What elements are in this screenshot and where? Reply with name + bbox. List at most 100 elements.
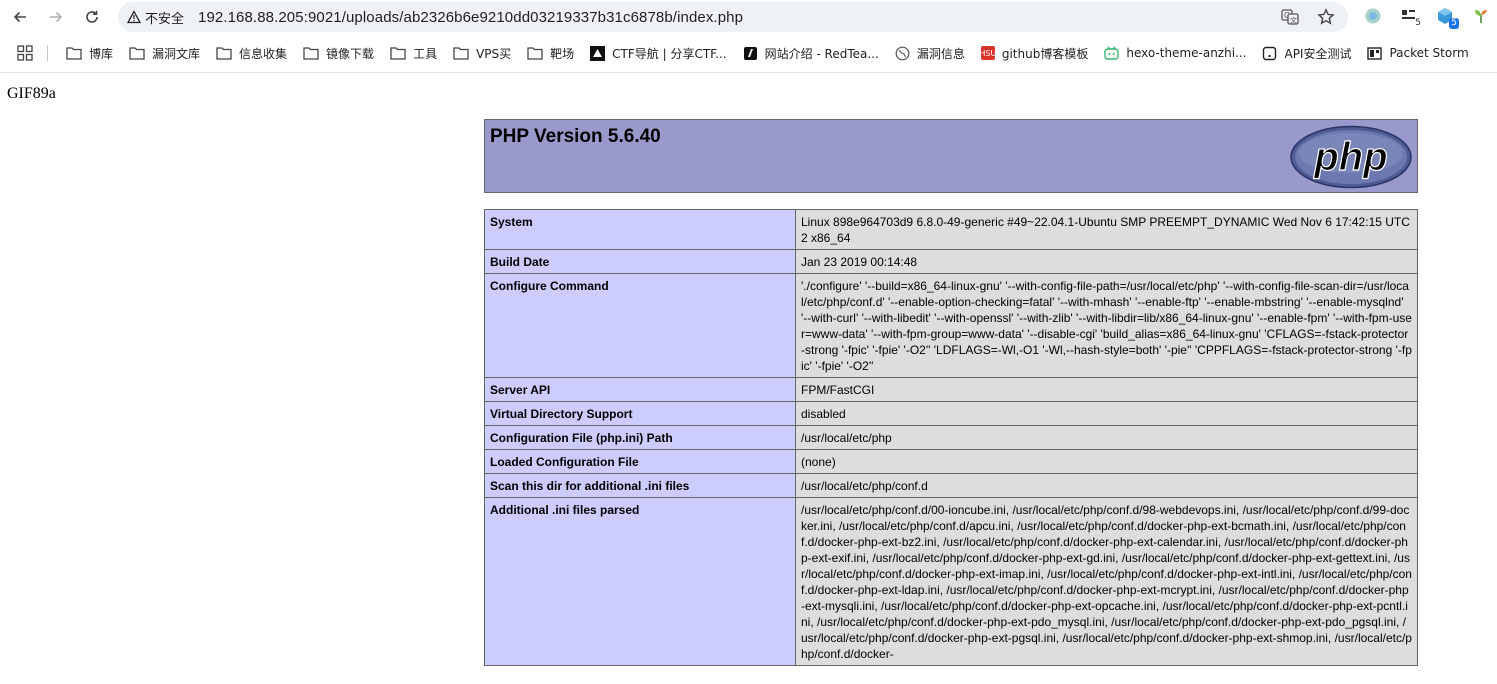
bookmark-label: VPS买: [476, 46, 512, 61]
security-label: 不安全: [145, 11, 185, 27]
row-key: Additional .ini files parsed: [484, 497, 796, 666]
folder-icon: [129, 47, 145, 60]
page-content: GIF89a PHP Version 5.6.40 php System Lin…: [0, 73, 1497, 684]
row-value: Linux 898e964703d9 6.8.0-49-generic #49~…: [795, 209, 1418, 250]
php-info-table: System Linux 898e964703d9 6.8.0-49-gener…: [484, 209, 1418, 666]
extension-circle-icon[interactable]: [1362, 5, 1384, 27]
extension-cube-icon[interactable]: 5: [1434, 5, 1459, 29]
php-logo-text: php: [1313, 135, 1387, 179]
extension-sprout-icon[interactable]: [1470, 5, 1492, 27]
folder-icon: [453, 47, 469, 60]
arrow-left-icon: [13, 11, 26, 23]
folder-icon: [390, 47, 406, 60]
bookmark-label: 漏洞信息: [916, 46, 965, 61]
row-value: /usr/local/etc/php/conf.d/00-ioncube.ini…: [795, 497, 1418, 666]
redteam-favicon: [743, 46, 757, 60]
globe-icon: [895, 46, 910, 60]
reload-button[interactable]: [78, 3, 106, 31]
row-value: /usr/local/etc/php: [795, 425, 1418, 450]
row-key: System: [484, 209, 796, 250]
forward-button[interactable]: [42, 3, 70, 31]
packetstorm-favicon: [1367, 46, 1383, 60]
bookmark-link[interactable]: Packet Storm: [1359, 40, 1476, 66]
row-value: (none): [795, 449, 1418, 474]
url-text[interactable]: 192.168.88.205:9021/uploads/ab2326b6e921…: [198, 9, 743, 26]
bookmark-link[interactable]: CTF导航 | 分享CTF...: [582, 40, 734, 66]
extension-badge: 5: [1415, 18, 1421, 28]
php-version-header: PHP Version 5.6.40 php: [484, 119, 1418, 193]
bookmark-star-icon[interactable]: [1316, 7, 1336, 27]
api-favicon: [1263, 46, 1277, 60]
table-row: Scan this dir for additional .ini files …: [484, 473, 1418, 498]
page-title: PHP Version 5.6.40: [490, 126, 661, 147]
reload-icon: [86, 10, 98, 23]
table-row: Virtual Directory Support disabled: [484, 401, 1418, 426]
bookmarks-bar: 博库 漏洞文库 信息收集 镜像下载 工具 VPS买 靶场 CTF导航 | 分享C…: [0, 38, 1497, 68]
folder-icon: [303, 47, 319, 60]
apps-grid-icon[interactable]: [17, 45, 33, 61]
bookmark-label: 网站介绍 - RedTea...: [764, 46, 879, 61]
row-key: Configure Command: [484, 273, 796, 378]
bookmark-folder[interactable]: VPS买: [445, 40, 519, 66]
bookmark-label: CTF导航 | 分享CTF...: [612, 46, 727, 61]
bookmark-folder[interactable]: 信息收集: [208, 40, 295, 66]
bookmark-label: 靶场: [550, 46, 575, 61]
extension-tools-icon[interactable]: 5: [1398, 5, 1421, 28]
bookmark-folder[interactable]: 靶场: [519, 40, 582, 66]
bookmark-label: 漏洞文库: [152, 46, 201, 61]
row-key: Loaded Configuration File: [484, 449, 796, 474]
bookmark-folder[interactable]: 工具: [382, 40, 445, 66]
bookmark-label: Packet Storm: [1389, 46, 1469, 60]
table-row: Build Date Jan 23 2019 00:14:48: [484, 249, 1418, 274]
bookmark-link[interactable]: hexo-theme-anzhi...: [1096, 40, 1254, 66]
folder-icon: [527, 47, 543, 60]
table-row: System Linux 898e964703d9 6.8.0-49-gener…: [484, 209, 1418, 250]
bookmark-link[interactable]: API安全测试: [1254, 40, 1359, 66]
bookmark-link[interactable]: HSU github博客模板: [973, 40, 1097, 66]
row-value: './configure' '--build=x86_64-linux-gnu'…: [795, 273, 1418, 378]
bookmark-label: 镜像下载: [326, 46, 375, 61]
translate-icon[interactable]: G文: [1280, 7, 1300, 27]
ctf-favicon: [590, 45, 606, 61]
bookmark-label: 博库: [89, 46, 114, 61]
table-row: Server API FPM/FastCGI: [484, 377, 1418, 402]
row-value: Jan 23 2019 00:14:48: [795, 249, 1418, 274]
row-key: Build Date: [484, 249, 796, 274]
row-key: Configuration File (php.ini) Path: [484, 425, 796, 450]
bookmark-label: hexo-theme-anzhi...: [1126, 46, 1247, 60]
bookmark-link[interactable]: 漏洞信息: [887, 40, 973, 66]
row-value: /usr/local/etc/php/conf.d: [795, 473, 1418, 498]
row-key: Scan this dir for additional .ini files: [484, 473, 796, 498]
hsu-favicon: HSU: [979, 46, 996, 60]
bookmark-label: github博客模板: [1001, 46, 1089, 61]
bookmark-link[interactable]: 网站介绍 - RedTea...: [735, 40, 887, 66]
row-value: disabled: [795, 401, 1418, 426]
extensions-area: 5 5: [1362, 5, 1492, 29]
bookmark-folder[interactable]: 镜像下载: [295, 40, 382, 66]
bookmark-folder[interactable]: 博库: [58, 40, 121, 66]
folder-icon: [66, 47, 82, 60]
extension-badge: 5: [1449, 18, 1459, 29]
php-logo-icon: php: [1290, 125, 1412, 189]
gif-header-text: GIF89a: [7, 85, 56, 102]
row-key: Virtual Directory Support: [484, 401, 796, 426]
table-row: Additional .ini files parsed /usr/local/…: [484, 497, 1418, 666]
row-value: FPM/FastCGI: [795, 377, 1418, 402]
table-row: Loaded Configuration File (none): [484, 449, 1418, 474]
back-button[interactable]: [6, 3, 34, 31]
bilibili-favicon: [1104, 46, 1120, 60]
bookmarks-divider: [47, 45, 48, 61]
arrow-right-icon: [50, 11, 63, 23]
bookmark-label: 工具: [413, 46, 438, 61]
warning-triangle-icon: [127, 10, 141, 24]
bookmark-label: API安全测试: [1284, 46, 1352, 61]
table-row: Configuration File (php.ini) Path /usr/l…: [484, 425, 1418, 450]
folder-icon: [216, 47, 232, 60]
svg-text:文: 文: [1290, 16, 1297, 25]
bookmark-folder[interactable]: 漏洞文库: [121, 40, 208, 66]
address-bar[interactable]: 不安全 192.168.88.205:9021/uploads/ab2326b6…: [118, 2, 1348, 32]
browser-toolbar: 不安全 192.168.88.205:9021/uploads/ab2326b6…: [0, 0, 1497, 34]
row-key: Server API: [484, 377, 796, 402]
security-chip[interactable]: 不安全: [127, 8, 184, 27]
bookmark-label: 信息收集: [239, 46, 288, 61]
